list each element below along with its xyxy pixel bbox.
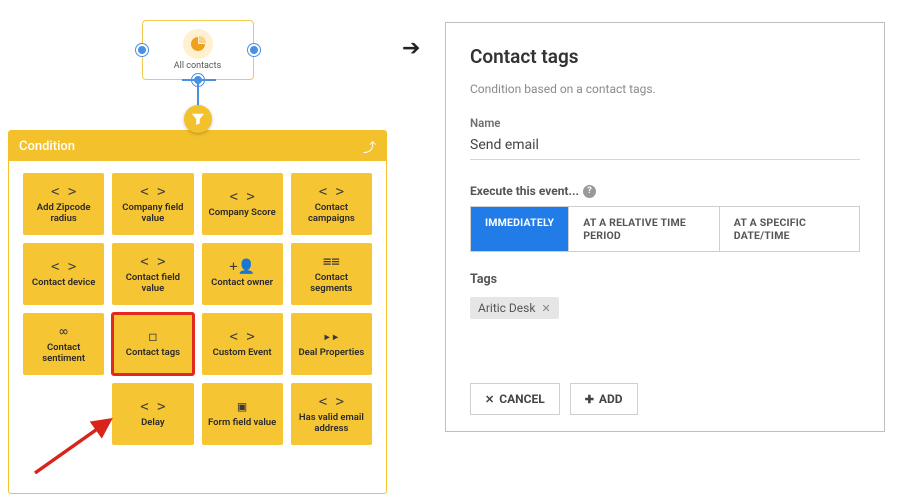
tile-label: Custom Event bbox=[213, 348, 272, 359]
modal-actions: ✕ CANCEL ✚ ADD bbox=[470, 383, 638, 415]
node-handle-left[interactable] bbox=[136, 44, 148, 56]
tags-area[interactable]: Aritic Desk ✕ bbox=[470, 297, 860, 319]
tile-icon: ∞ bbox=[59, 324, 67, 340]
start-node[interactable]: All contacts bbox=[142, 20, 254, 80]
campaign-builder-panel: All contacts Condition ⤴ < > Add Zipcode … bbox=[0, 0, 395, 500]
condition-tile[interactable]: < > Company field value bbox=[112, 173, 193, 235]
tile-icon: ◻ bbox=[149, 329, 157, 345]
tile-icon: < > bbox=[319, 184, 344, 200]
contact-tags-modal: Contact tags Condition based on a contac… bbox=[445, 22, 885, 432]
node-handle-right[interactable] bbox=[248, 44, 260, 56]
tile-label: Company Score bbox=[209, 208, 276, 219]
collapse-arrow-icon[interactable]: ⤴ bbox=[363, 137, 376, 156]
name-input-wrap bbox=[470, 134, 860, 160]
condition-tile[interactable]: < > Contact field value bbox=[112, 243, 193, 305]
tags-label: Tags bbox=[470, 272, 860, 287]
tile-icon: < > bbox=[229, 189, 254, 205]
condition-tile[interactable]: ▸▸ Deal Properties bbox=[291, 313, 372, 375]
tile-label: Contact device bbox=[32, 278, 95, 289]
flow-arrow-icon: ➔ bbox=[402, 36, 420, 61]
modal-title: Contact tags bbox=[470, 45, 860, 68]
tile-icon: ▸▸ bbox=[323, 329, 340, 345]
tile-icon: < > bbox=[140, 254, 165, 270]
tile-label: Has valid email address bbox=[295, 413, 368, 435]
condition-tile[interactable]: < > Add Zipcode radius bbox=[23, 173, 104, 235]
timing-option[interactable]: AT A RELATIVE TIME PERIOD bbox=[569, 207, 720, 251]
tile-icon: +👤 bbox=[229, 259, 255, 275]
condition-tile[interactable]: < > Contact device bbox=[23, 243, 104, 305]
tile-label: Company field value bbox=[116, 203, 189, 225]
tile-label: Contact campaigns bbox=[295, 203, 368, 225]
timing-option[interactable]: AT A SPECIFIC DATE/TIME bbox=[720, 207, 859, 251]
tile-label: Delay bbox=[141, 418, 165, 429]
canvas-area: All contacts bbox=[0, 0, 395, 130]
condition-tile[interactable]: +👤 Contact owner bbox=[202, 243, 283, 305]
tile-label: Contact sentiment bbox=[27, 343, 100, 365]
condition-tile[interactable]: < > Has valid email address bbox=[291, 383, 372, 445]
tile-icon: < > bbox=[319, 394, 344, 410]
tile-icon: < > bbox=[229, 329, 254, 345]
tile-label: Contact owner bbox=[211, 278, 273, 289]
tile-icon: < > bbox=[51, 259, 76, 275]
tag-chip-label: Aritic Desk bbox=[478, 301, 535, 315]
tile-label: Form field value bbox=[208, 418, 276, 429]
condition-tile[interactable]: < > Company Score bbox=[202, 173, 283, 235]
name-label: Name bbox=[470, 116, 860, 130]
start-node-label: All contacts bbox=[174, 61, 221, 71]
name-input[interactable] bbox=[470, 137, 860, 153]
modal-description: Condition based on a contact tags. bbox=[470, 82, 860, 96]
tile-label: Contact tags bbox=[126, 348, 180, 359]
remove-tag-icon[interactable]: ✕ bbox=[541, 302, 550, 315]
annotation-arrow bbox=[30, 408, 125, 478]
condition-tile[interactable]: < > Contact campaigns bbox=[291, 173, 372, 235]
plus-icon: ✚ bbox=[585, 393, 594, 406]
condition-tile[interactable]: < > Custom Event bbox=[202, 313, 283, 375]
timing-segmented-control: IMMEDIATELYAT A RELATIVE TIME PERIODAT A… bbox=[470, 206, 860, 252]
condition-header: Condition ⤴ bbox=[9, 131, 386, 161]
condition-tile[interactable]: ≡≡ Contact segments bbox=[291, 243, 372, 305]
cancel-button-label: CANCEL bbox=[499, 392, 544, 406]
condition-title: Condition bbox=[19, 139, 75, 154]
tile-label: Contact field value bbox=[116, 273, 189, 295]
tile-icon: ≡≡ bbox=[323, 254, 340, 270]
condition-tile[interactable]: ▣ Form field value bbox=[202, 383, 283, 445]
tile-icon: < > bbox=[140, 184, 165, 200]
connector-line bbox=[197, 80, 199, 108]
tag-chip[interactable]: Aritic Desk ✕ bbox=[470, 297, 559, 319]
add-button[interactable]: ✚ ADD bbox=[570, 383, 638, 415]
add-button-label: ADD bbox=[599, 392, 623, 406]
condition-tile[interactable]: ∞ Contact sentiment bbox=[23, 313, 104, 375]
pie-icon bbox=[183, 29, 213, 59]
tile-icon: < > bbox=[51, 184, 76, 200]
condition-tile[interactable]: ◻ Contact tags bbox=[112, 313, 193, 375]
timing-option[interactable]: IMMEDIATELY bbox=[471, 207, 569, 251]
tile-label: Contact segments bbox=[295, 273, 368, 295]
condition-connector-node[interactable] bbox=[184, 105, 212, 133]
tile-icon: < > bbox=[140, 399, 165, 415]
help-icon[interactable]: ? bbox=[583, 185, 596, 198]
execute-label-text: Execute this event... bbox=[470, 184, 579, 198]
tile-label: Deal Properties bbox=[298, 348, 364, 359]
tile-icon: ▣ bbox=[238, 399, 246, 415]
close-icon: ✕ bbox=[485, 393, 494, 406]
tile-label: Add Zipcode radius bbox=[27, 203, 100, 225]
cancel-button[interactable]: ✕ CANCEL bbox=[470, 383, 560, 415]
execute-label: Execute this event... ? bbox=[470, 184, 860, 198]
